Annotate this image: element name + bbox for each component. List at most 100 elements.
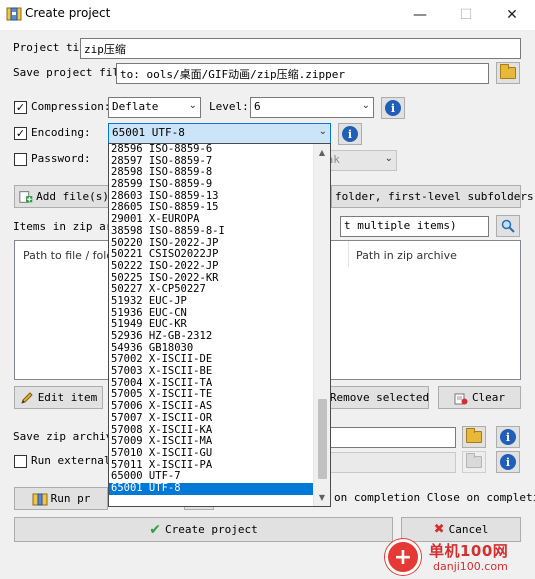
encoding-info-button[interactable]: i bbox=[338, 123, 362, 145]
encoding-value: 65001 UTF-8 bbox=[112, 126, 185, 139]
encoding-option[interactable]: 28598 ISO-8859-8 bbox=[109, 167, 314, 179]
encoding-option[interactable]: 28603 ISO-8859-13 bbox=[109, 191, 314, 203]
watermark-brand: 单机100网 bbox=[429, 542, 509, 560]
dropdown-scrollbar[interactable]: ▲ ▼ bbox=[313, 144, 330, 506]
completion-text: on completion Close on completion bbox=[334, 491, 535, 504]
info-icon: i bbox=[500, 454, 516, 470]
encoding-option[interactable]: 50225 ISO-2022-KR bbox=[109, 273, 314, 285]
compression-value: Deflate bbox=[112, 100, 159, 113]
encoding-option[interactable]: 57004 X-ISCII-TA bbox=[109, 378, 314, 390]
encoding-option[interactable]: 38598 ISO-8859-8-I bbox=[109, 226, 314, 238]
scroll-down-icon[interactable]: ▼ bbox=[314, 489, 330, 506]
encoding-option[interactable]: 57003 X-ISCII-BE bbox=[109, 366, 314, 378]
chevron-down-icon: ⌄ bbox=[318, 126, 327, 137]
watermark-logo: + bbox=[385, 539, 421, 575]
compression-select[interactable]: Deflate ⌄ bbox=[108, 97, 201, 118]
encoding-options: 28596 ISO-8859-6 28597 ISO-8859-7 28598 IS… bbox=[109, 144, 314, 495]
checkmark-icon: ✔ bbox=[149, 521, 161, 538]
save-zip-archive-input[interactable] bbox=[330, 427, 456, 448]
browse-external-button[interactable] bbox=[462, 451, 486, 473]
search-button[interactable] bbox=[496, 215, 520, 237]
maximize-button[interactable]: ☐ bbox=[443, 0, 489, 30]
title-bar: Create project — ☐ ✕ bbox=[0, 0, 535, 30]
encoding-option[interactable]: 28605 ISO-8859-15 bbox=[109, 202, 314, 214]
save-project-file-label: Save project file bbox=[13, 66, 126, 79]
encoding-select[interactable]: 65001 UTF-8 ⌄ bbox=[108, 123, 331, 144]
encoding-option[interactable]: 57006 X-ISCII-AS bbox=[109, 401, 314, 413]
encoding-option[interactable]: 57008 X-ISCII-KA bbox=[109, 425, 314, 437]
items-in-zip-label: Items in zip arc bbox=[13, 220, 119, 233]
add-files-button[interactable]: Add file(s) bbox=[14, 185, 110, 208]
encoding-option[interactable]: 29001 X-EUROPA bbox=[109, 214, 314, 226]
browse-zip-archive-button[interactable] bbox=[462, 426, 486, 448]
encoding-option[interactable]: 57011 X-ISCII-PA bbox=[109, 460, 314, 472]
pencil-icon bbox=[20, 391, 33, 404]
save-project-file-input[interactable]: to: ools/桌面/GIF动画/zip压缩.zipper bbox=[116, 63, 489, 84]
run-button[interactable]: Run pr bbox=[14, 487, 108, 510]
encoding-option[interactable]: 28599 ISO-8859-9 bbox=[109, 179, 314, 191]
project-title-input[interactable]: zip压缩 bbox=[80, 38, 521, 59]
chevron-down-icon: ⌄ bbox=[361, 100, 370, 111]
encoding-option[interactable]: 28596 ISO-8859-6 bbox=[109, 144, 314, 156]
encoding-option[interactable]: 50227 X-CP50227 bbox=[109, 284, 314, 296]
compression-checkbox[interactable]: ✓ bbox=[14, 101, 27, 114]
encoding-option[interactable]: 65000 UTF-7 bbox=[109, 471, 314, 483]
encoding-checkbox[interactable]: ✓ bbox=[14, 127, 27, 140]
encoding-option[interactable]: 57010 X-ISCII-GU bbox=[109, 448, 314, 460]
search-icon bbox=[501, 219, 515, 233]
create-project-button[interactable]: ✔ Create project bbox=[14, 517, 393, 542]
minimize-button[interactable]: — bbox=[397, 0, 443, 30]
encoding-option[interactable]: 57007 X-ISCII-OR bbox=[109, 413, 314, 425]
run-external-input[interactable] bbox=[330, 452, 456, 473]
compression-info-button[interactable]: i bbox=[381, 97, 405, 119]
scrollbar-thumb[interactable] bbox=[318, 399, 327, 480]
encoding-option[interactable]: 57005 X-ISCII-TE bbox=[109, 389, 314, 401]
folder-icon bbox=[500, 64, 516, 79]
filter-input[interactable]: t multiple items) bbox=[340, 216, 489, 237]
checkmark-icon: ✓ bbox=[15, 101, 26, 114]
encoding-option[interactable]: 52936 HZ-GB-2312 bbox=[109, 331, 314, 343]
cancel-icon: ✖ bbox=[433, 522, 445, 537]
encoding-option[interactable]: 50222 ISO-2022-JP bbox=[109, 261, 314, 273]
encoding-option[interactable]: 57009 X-ISCII-MA bbox=[109, 436, 314, 448]
encoding-option[interactable]: 28597 ISO-8859-7 bbox=[109, 156, 314, 168]
encoding-option[interactable]: 51949 EUC-KR bbox=[109, 319, 314, 331]
add-file-icon bbox=[19, 190, 33, 203]
zip-archive-info-button[interactable]: i bbox=[496, 426, 520, 448]
chevron-down-icon: ⌄ bbox=[384, 153, 393, 164]
level-value: 6 bbox=[254, 100, 261, 113]
column-divider bbox=[348, 241, 349, 267]
run-external-checkbox[interactable] bbox=[14, 455, 27, 468]
encoding-option[interactable]: 51936 EUC-CN bbox=[109, 308, 314, 320]
clear-button[interactable]: Clear bbox=[438, 386, 521, 409]
password-checkbox[interactable] bbox=[14, 153, 27, 166]
edit-item-button[interactable]: Edit item bbox=[14, 386, 103, 409]
checkmark-icon: ✓ bbox=[15, 127, 26, 140]
run-external-label: Run external bbox=[31, 454, 111, 467]
remove-selected-button[interactable]: Remove selected bbox=[330, 386, 429, 409]
column-header-zip-path[interactable]: Path in zip archive bbox=[356, 249, 457, 262]
watermark-url: danji100.com bbox=[433, 560, 508, 573]
window-title: Create project bbox=[25, 6, 111, 20]
browse-project-file-button[interactable] bbox=[496, 62, 520, 84]
scan-folder-button[interactable]: folder, first-level subfolders bbox=[331, 185, 534, 208]
level-select[interactable]: 6 ⌄ bbox=[250, 97, 374, 118]
cancel-button[interactable]: ✖ Cancel bbox=[401, 517, 521, 542]
app-icon bbox=[6, 7, 22, 21]
scroll-up-icon[interactable]: ▲ bbox=[314, 144, 330, 161]
archive-icon bbox=[32, 493, 48, 505]
run-external-info-button[interactable]: i bbox=[496, 451, 520, 473]
encoding-option[interactable]: 51932 EUC-JP bbox=[109, 296, 314, 308]
encoding-option[interactable]: 50221 CSISO2022JP bbox=[109, 249, 314, 261]
close-button[interactable]: ✕ bbox=[489, 0, 535, 30]
level-label: Level: bbox=[209, 100, 249, 113]
encoding-option[interactable]: 65001 UTF-8 bbox=[109, 482, 314, 495]
encoding-option[interactable]: 50220 ISO-2022-JP bbox=[109, 238, 314, 250]
encoding-option[interactable]: 54936 GB18030 bbox=[109, 343, 314, 355]
info-icon: i bbox=[500, 429, 516, 445]
encoding-option[interactable]: 57002 X-ISCII-DE bbox=[109, 354, 314, 366]
save-zip-archive-label: Save zip archive bbox=[13, 430, 119, 443]
chevron-down-icon: ⌄ bbox=[188, 100, 197, 111]
encoding-dropdown-list[interactable]: 28596 ISO-8859-6 28597 ISO-8859-7 28598 IS… bbox=[108, 143, 331, 507]
password-label: Password: bbox=[31, 152, 91, 165]
